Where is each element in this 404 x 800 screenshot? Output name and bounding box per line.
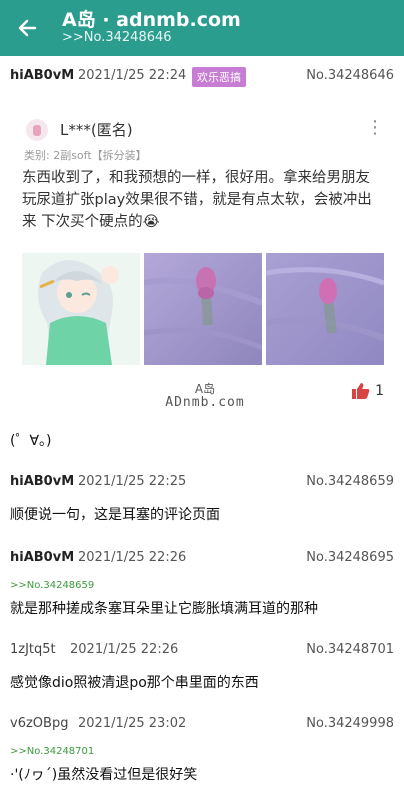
reply-post: hiAB0vM 2021/1/25 22:25 No.34248659 顺便说一… [0,462,404,539]
review-image-1[interactable] [22,253,140,365]
post-meta: hiAB0vM 2021/1/25 22:24 欢乐恶搞 No.34248646 [10,67,394,87]
post-content: 感觉像dio照被清退po那个串里面的东西 [10,675,259,691]
reply-post: 1zJtq5t 2021/1/25 22:26 No.34248701 感觉像d… [0,630,404,705]
product-photo [144,253,262,365]
post-number[interactable]: No.34248646 [306,68,394,83]
arrow-back-icon [18,19,37,37]
avatar-icon [33,125,41,136]
reply-post: v6zOBpg 2021/1/25 23:02 No.34249998 >>No… [0,704,404,800]
site-watermark-line: ADnmb.com [165,395,245,410]
op-post: hiAB0vM 2021/1/25 22:24 欢乐恶搞 No.34248646… [0,56,404,463]
category-badge[interactable]: 欢乐恶搞 [192,67,246,87]
post-meta: hiAB0vM 2021/1/25 22:25 No.34248659 [10,474,394,492]
quote-reference[interactable]: >>No.34248701 [10,746,94,757]
avatar [26,119,48,141]
quote-reference[interactable]: >>No.34248659 [10,580,94,591]
poster-id[interactable]: 1zJtq5t [10,642,56,657]
poster-id[interactable]: hiAB0vM [10,474,74,489]
post-time: 2021/1/25 22:26 [78,550,187,565]
poster-id[interactable]: hiAB0vM [10,550,74,565]
post-number[interactable]: No.34248701 [306,642,394,657]
poster-id[interactable]: v6zOBpg [10,716,68,731]
post-time: 2021/1/25 22:24 [78,68,187,83]
site-watermark-line: A岛 [194,382,216,396]
post-content: (゜∀。) [10,433,52,449]
product-category: 类别: 2副soft【拆分装】 [24,149,147,162]
like-count: 1 [375,383,384,399]
post-time: 2021/1/25 22:25 [78,474,187,489]
app-bar: A岛 · adnmb.com >>No.34248646 [0,0,404,56]
post-content: ·'(ﾉ﻿ヮ´)虽然没看过但是很好笑 [10,767,198,783]
poster-id[interactable]: hiAB0vM [10,68,74,83]
post-meta: v6zOBpg 2021/1/25 23:02 No.34249998 [10,716,394,734]
thumbs-up-icon [352,383,370,399]
post-time: 2021/1/25 22:26 [70,642,179,657]
screenshot-review-card[interactable]: L***(匿名) ⋮ 类别: 2副soft【拆分装】 东西收到了，和我预想的一样… [10,105,394,417]
post-content: 就是那种搓成条塞耳朵里让它膨胀填满耳道的那种 [10,601,318,617]
post-number[interactable]: No.34248695 [306,550,394,565]
app-title: A岛 · adnmb.com [62,9,241,31]
like-button[interactable]: 1 [352,383,384,399]
product-photo [266,253,384,365]
anime-girl-image [22,253,140,365]
post-number[interactable]: No.34249998 [306,716,394,731]
review-line: 玩尿道扩张play效果很不错，就是有点太软，会被冲出 [22,192,372,208]
more-options-icon[interactable]: ⋮ [366,117,384,138]
reply-post: hiAB0vM 2021/1/25 22:26 No.34248695 >>No… [0,538,404,631]
post-content: 顺便说一句，这是耳塞的评论页面 [10,507,220,523]
post-number[interactable]: No.34248659 [306,474,394,489]
review-line: 东西收到了，和我预想的一样，很好用。拿来给男朋友 [22,170,370,186]
back-button[interactable] [12,14,42,42]
review-image-3[interactable] [266,253,384,365]
reviewer-name: L***(匿名) [60,121,133,139]
review-line: 来 下次买个硬点的😭 [22,214,160,230]
review-text: 东西收到了，和我预想的一样，很好用。拿来给男朋友 玩尿道扩张play效果很不错，… [22,167,388,233]
post-meta: 1zJtq5t 2021/1/25 22:26 No.34248701 [10,642,394,660]
site-watermark: A岛 ADnmb.com [150,382,260,410]
post-meta: hiAB0vM 2021/1/25 22:26 No.34248695 [10,550,394,568]
thread-number-subtitle: >>No.34248646 [62,30,172,45]
review-image-2[interactable] [144,253,262,365]
post-time: 2021/1/25 23:02 [78,716,187,731]
